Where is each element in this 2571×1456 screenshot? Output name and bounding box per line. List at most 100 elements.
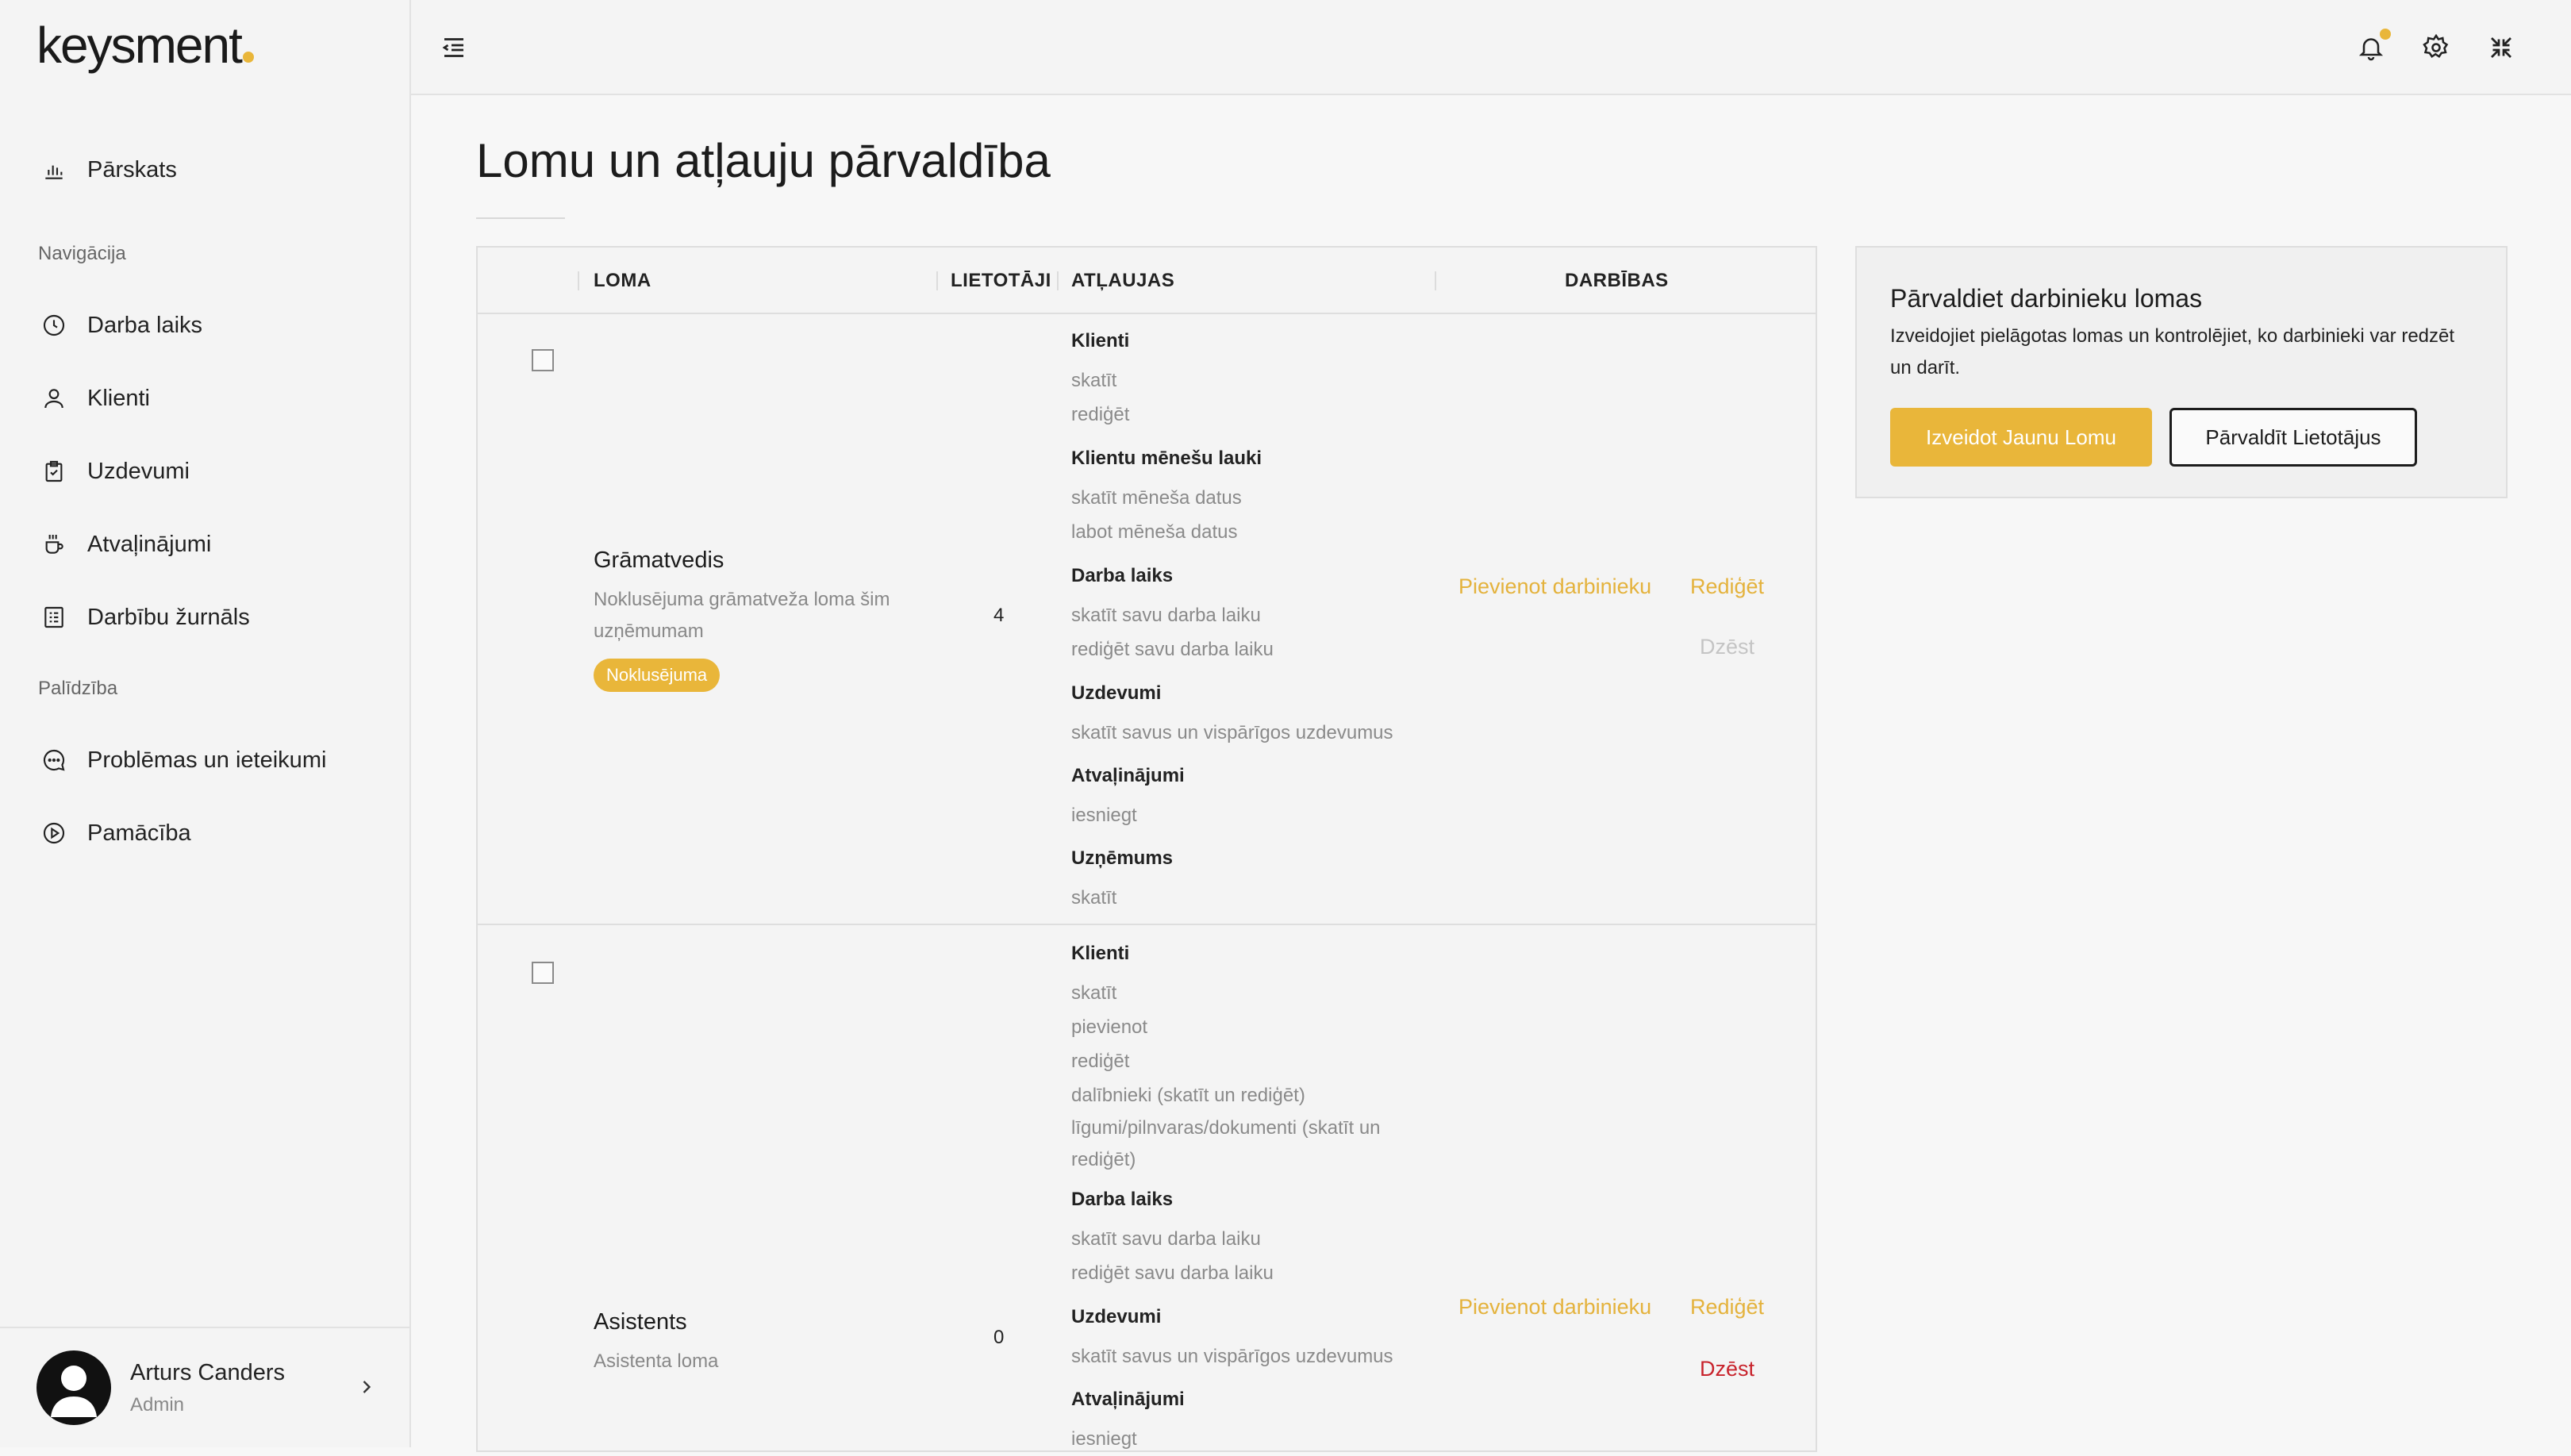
page-title: Lomu un atļauju pārvaldība — [476, 134, 1051, 187]
permission-item: skatīt savus un vispārīgos uzdevumus — [1071, 1346, 1393, 1367]
permission-item: skatīt — [1071, 887, 1117, 909]
permission-item: skatīt — [1071, 370, 1117, 391]
delete-role-link[interactable]: Dzēst — [1700, 1357, 1754, 1381]
help-section-title: Palīdzība — [38, 678, 118, 699]
logo-dot — [242, 52, 254, 63]
user-name: Arturs Canders — [130, 1359, 286, 1385]
permission-group: Klienti skatīt pievienot rediģēt dalībni… — [1071, 943, 1444, 1176]
chat-icon — [43, 749, 65, 771]
permission-group: Uzņēmums skatīt — [1071, 847, 1444, 915]
permission-title: Klienti — [1071, 330, 1130, 352]
permission-group: Klienti skatīt rediģēt — [1071, 330, 1444, 432]
title-divider — [476, 217, 565, 219]
clock-icon — [43, 314, 65, 336]
menu-collapse-icon[interactable] — [440, 33, 468, 62]
avatar — [37, 1350, 111, 1425]
users-count: 0 — [993, 1327, 1005, 1348]
sidebar-item-activity-log[interactable]: Darbību žurnāls — [41, 594, 250, 641]
bar-chart-icon — [45, 165, 63, 179]
column-header-permissions[interactable]: ATĻAUJAS — [1071, 270, 1174, 292]
app-logo[interactable]: keysment — [37, 16, 254, 75]
permission-group: Darba laiks skatīt savu darba laiku redi… — [1071, 565, 1444, 667]
permission-group: Darba laiks skatīt savu darba laiku redi… — [1071, 1189, 1444, 1290]
add-employee-link[interactable]: Pievienot darbinieku — [1458, 1295, 1651, 1320]
column-separator — [578, 271, 579, 290]
sidebar-item-overview[interactable]: Pārskats — [41, 146, 177, 194]
chevron-right-icon — [363, 1381, 371, 1393]
permission-item: rediģēt savu darba laiku — [1071, 639, 1274, 660]
sidebar-item-label: Uzdevumi — [87, 458, 190, 484]
nav-section-title: Navigācija — [38, 243, 126, 264]
avatar-person-icon — [51, 1366, 97, 1417]
permission-title: Atvaļinājumi — [1071, 1389, 1185, 1410]
role-description: Asistenta loma — [594, 1350, 719, 1372]
permission-title: Klienti — [1071, 943, 1130, 964]
user-icon — [44, 389, 63, 409]
user-menu[interactable]: Arturs Canders Admin — [0, 1327, 409, 1447]
permission-group: Atvaļinājumi iesniegt — [1071, 765, 1444, 832]
logo-text: keysment — [37, 17, 243, 74]
user-role: Admin — [130, 1393, 185, 1416]
role-description: Noklusējuma grāmatveža loma šim uzņēmuma… — [594, 589, 890, 642]
edit-role-link[interactable]: Rediģēt — [1690, 1295, 1764, 1320]
permission-group: Klientu mēnešu lauki skatīt mēneša datus… — [1071, 448, 1444, 549]
permission-item: rediģēt — [1071, 1051, 1130, 1072]
sidebar-item-clients[interactable]: Klienti — [41, 375, 150, 422]
sidebar-item-tutorial[interactable]: Pamācība — [41, 809, 191, 857]
permission-title: Uzdevumi — [1071, 1306, 1162, 1327]
coffee-icon — [45, 535, 63, 554]
column-header-users[interactable]: LIETOTĀJI — [951, 270, 1051, 292]
play-icon — [43, 822, 65, 844]
permission-item: skatīt savu darba laiku — [1071, 1228, 1261, 1250]
topbar — [411, 0, 2571, 95]
gear-icon[interactable] — [2422, 33, 2450, 62]
permission-item: rediģēt savu darba laiku — [1071, 1262, 1274, 1284]
fullscreen-exit-icon[interactable] — [2487, 33, 2515, 62]
column-separator — [1435, 271, 1436, 290]
sidebar-item-label: Darbību žurnāls — [87, 604, 250, 630]
sidebar-item-label: Darba laiks — [87, 312, 203, 338]
permission-item: pievienot — [1071, 1016, 1148, 1038]
permission-title: Darba laiks — [1071, 1189, 1174, 1210]
sidebar-item-label: Atvaļinājumi — [87, 531, 212, 557]
permission-title: Darba laiks — [1071, 565, 1174, 586]
sidebar-item-work-time[interactable]: Darba laiks — [41, 302, 202, 349]
permission-item: skatīt savus un vispārīgos uzdevumus — [1071, 722, 1393, 743]
role-name: Grāmatvedis — [594, 547, 724, 573]
column-header-actions: DARBĪBAS — [1565, 270, 1669, 291]
permission-group: Uzdevumi skatīt savus un vispārīgos uzde… — [1071, 682, 1444, 750]
card-description: Izveidojiet pielāgotas lomas un kontrolē… — [1890, 325, 2455, 378]
edit-role-link[interactable]: Rediģēt — [1690, 574, 1764, 599]
card-title: Pārvaldiet darbinieku lomas — [1890, 284, 2203, 313]
permission-item: dalībnieki (skatīt un rediģēt) — [1071, 1085, 1305, 1106]
default-badge: Noklusējuma — [594, 659, 721, 692]
manage-users-button[interactable]: Pārvaldīt Lietotājus — [2169, 408, 2417, 467]
permission-title: Uzņēmums — [1071, 847, 1174, 869]
sidebar-item-tasks[interactable]: Uzdevumi — [41, 448, 190, 495]
permission-title: Uzdevumi — [1071, 682, 1162, 704]
permission-title: Atvaļinājumi — [1071, 765, 1185, 786]
permission-group: Uzdevumi skatīt savus un vispārīgos uzde… — [1071, 1306, 1444, 1373]
table-header: LOMA LIETOTĀJI ATĻAUJAS DARBĪBAS — [478, 248, 1816, 314]
sidebar-item-label: Pamācība — [87, 820, 191, 846]
row-checkbox[interactable] — [532, 962, 554, 984]
delete-role-link-disabled: Dzēst — [1700, 635, 1755, 659]
sidebar: keysment Pārskats Navigācija Darba laiks… — [0, 0, 411, 1447]
sidebar-item-label: Klienti — [87, 385, 150, 411]
row-checkbox[interactable] — [532, 349, 554, 371]
role-name: Asistents — [594, 1309, 687, 1335]
create-role-button[interactable]: Izveidot Jaunu Lomu — [1890, 408, 2152, 467]
permission-item: rediģēt — [1071, 404, 1130, 425]
row-divider — [478, 924, 1816, 925]
sidebar-item-feedback[interactable]: Problēmas un ieteikumi — [41, 736, 326, 784]
permission-item: skatīt — [1071, 982, 1117, 1004]
manage-roles-card: Pārvaldiet darbinieku lomas Izveidojiet … — [1855, 246, 2508, 498]
notification-dot — [2380, 29, 2391, 40]
permission-item: iesniegt — [1071, 1428, 1137, 1450]
sidebar-item-label: Problēmas un ieteikumi — [87, 747, 327, 773]
sidebar-item-vacations[interactable]: Atvaļinājumi — [41, 521, 211, 568]
column-separator — [936, 271, 938, 290]
add-employee-link[interactable]: Pievienot darbinieku — [1458, 574, 1651, 599]
permission-item: skatīt savu darba laiku — [1071, 605, 1261, 626]
column-header-role[interactable]: LOMA — [594, 270, 651, 292]
